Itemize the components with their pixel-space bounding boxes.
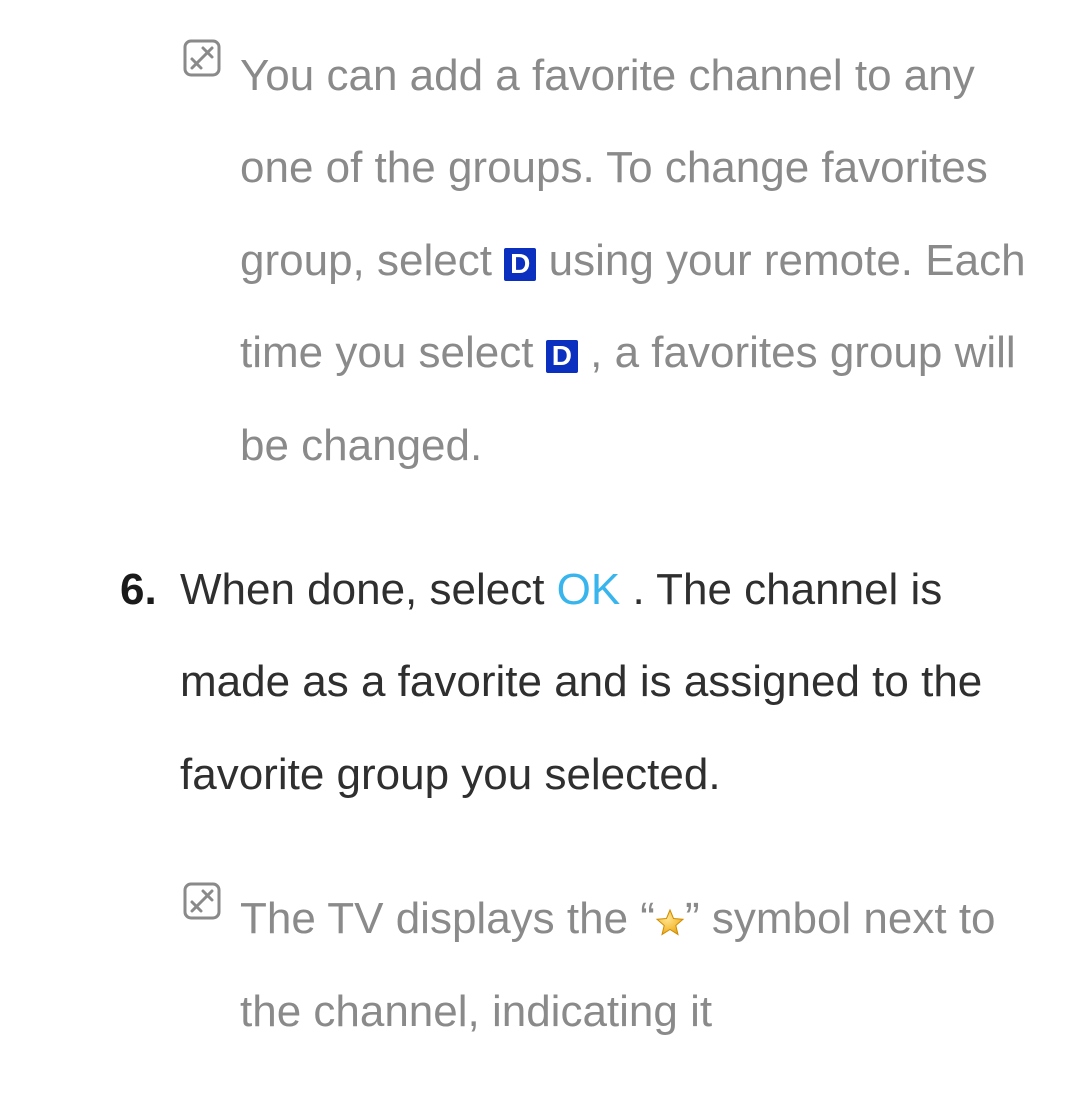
d-button-badge: D — [546, 340, 578, 373]
star-icon — [655, 908, 685, 938]
note-icon — [182, 38, 222, 78]
open-quote: “ — [640, 894, 655, 943]
note-favorite-groups: You can add a favorite channel to any on… — [120, 30, 1040, 492]
manual-page: You can add a favorite channel to any on… — [0, 0, 1080, 1104]
note-icon — [182, 881, 222, 921]
step-6: 6. When done, select OK . The channel is… — [120, 544, 1040, 821]
d-button-badge: D — [504, 248, 536, 281]
step-number: 6. — [120, 544, 157, 636]
step-text-1: When done, select — [180, 565, 557, 614]
ok-label: OK — [557, 565, 621, 614]
close-quote: ” — [685, 894, 700, 943]
note-star-symbol: The TV displays the “ ” symbol next to t… — [120, 873, 1040, 1058]
note2-text-1: The TV displays the — [240, 894, 640, 943]
